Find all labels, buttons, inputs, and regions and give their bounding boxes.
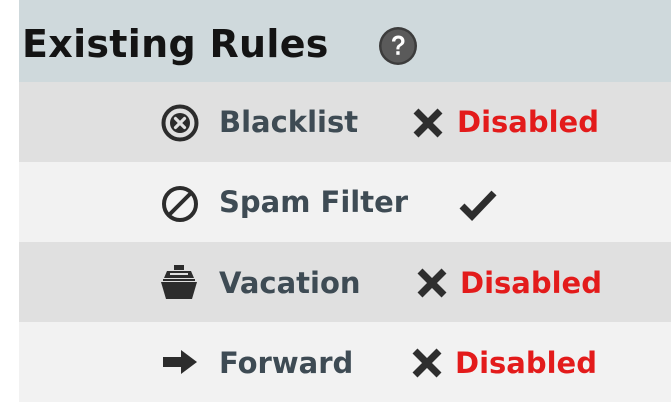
rule-row-blacklist[interactable]: Blacklist Disabled [19,82,671,162]
rule-row-vacation[interactable]: Vacation Disabled [19,242,671,322]
rule-label-blacklist[interactable]: Blacklist [219,104,358,140]
rule-row-forward[interactable]: Forward Disabled [19,322,671,402]
cruise-ship-icon [161,265,197,299]
help-icon[interactable] [378,26,418,66]
x-icon [412,348,442,378]
arrow-right-icon [163,350,197,374]
page-title: Existing Rules [22,22,329,66]
x-icon [413,108,443,138]
existing-rules-panel: Existing Rules Blacklist Disabled Spam F… [19,0,671,402]
rule-label-spam-filter[interactable]: Spam Filter [219,184,408,220]
rule-row-spam-filter[interactable]: Spam Filter [19,162,671,242]
x-icon [417,268,447,298]
status-disabled-vacation: Disabled [460,266,602,300]
status-disabled-forward: Disabled [455,346,597,380]
prohibited-icon [162,186,198,222]
x-circle-icon [161,104,199,142]
status-disabled-blacklist: Disabled [457,105,599,139]
rule-label-vacation[interactable]: Vacation [219,265,361,301]
checkmark-icon [459,190,497,222]
panel-header: Existing Rules [19,0,671,82]
rule-label-forward[interactable]: Forward [219,345,353,381]
